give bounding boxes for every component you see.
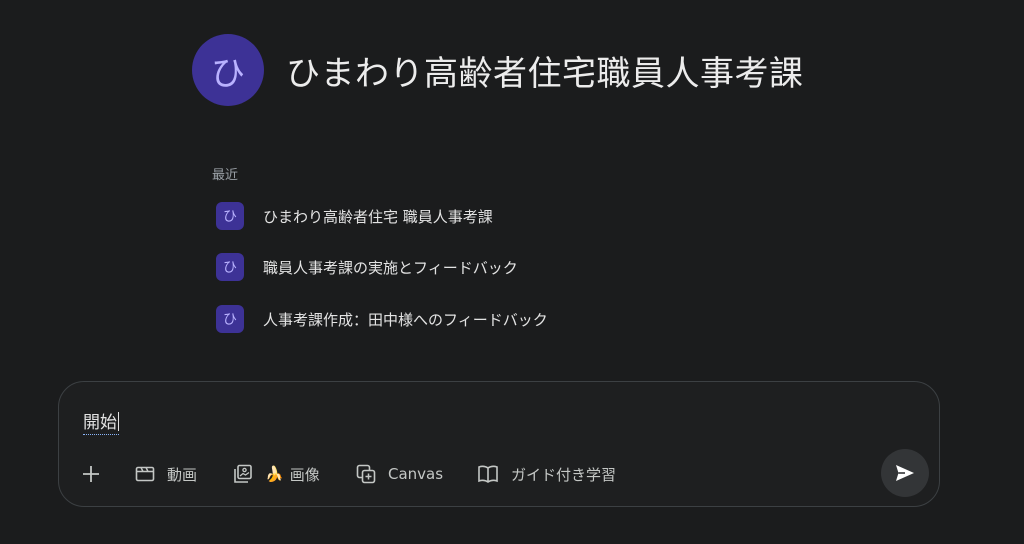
canvas-icon [356, 464, 376, 484]
recent-item[interactable]: ひ 職員人事考課の実施とフィードバック [216, 253, 518, 281]
gem-header: ひ ひまわり高齢者住宅職員人事考課 [192, 34, 804, 106]
recent-item-label: 人事考課作成：田中様へのフィードバック [263, 310, 548, 329]
image-tool-button[interactable]: 🍌 画像 [233, 460, 320, 488]
recent-item[interactable]: ひ 人事考課作成：田中様へのフィードバック [216, 305, 548, 333]
page-title: ひまわり高齢者住宅職員人事考課 [286, 53, 804, 94]
send-button[interactable] [881, 449, 929, 497]
chat-avatar: ひ [216, 202, 244, 230]
image-tool-label: 画像 [289, 465, 320, 484]
recent-section: 最近 ひ ひまわり高齢者住宅 職員人事考課 ひ 職員人事考課の実施とフィードバッ… [212, 164, 548, 333]
prompt-input-value: 開始 [83, 413, 117, 433]
recent-label: 最近 [212, 168, 239, 183]
banana-emoji: 🍌 [265, 465, 284, 483]
canvas-tool-label: Canvas [388, 465, 444, 483]
guided-learning-label: ガイド付き学習 [511, 465, 617, 484]
prompt-input[interactable]: 開始 [83, 408, 119, 435]
guided-learning-button[interactable]: ガイド付き学習 [477, 460, 616, 488]
prompt-composer: 開始 動画 🍌 画像 Canvas ガイド付き学習 [58, 381, 940, 507]
recent-item-label: 職員人事考課の実施とフィードバック [263, 258, 518, 277]
text-caret [118, 412, 119, 431]
recent-item[interactable]: ひ ひまわり高齢者住宅 職員人事考課 [216, 202, 493, 230]
send-icon [896, 465, 914, 481]
video-tool-button[interactable]: 動画 [135, 460, 197, 488]
video-tool-label: 動画 [167, 465, 198, 484]
video-icon [135, 466, 155, 482]
image-icon [234, 464, 252, 483]
book-icon [478, 465, 498, 483]
gem-avatar: ひ [192, 34, 264, 106]
recent-item-label: ひまわり高齢者住宅 職員人事考課 [263, 207, 493, 226]
chat-avatar: ひ [216, 253, 244, 281]
add-button[interactable] [81, 460, 101, 488]
plus-icon [83, 466, 99, 482]
chat-avatar: ひ [216, 305, 244, 333]
canvas-tool-button[interactable]: Canvas [356, 460, 443, 488]
